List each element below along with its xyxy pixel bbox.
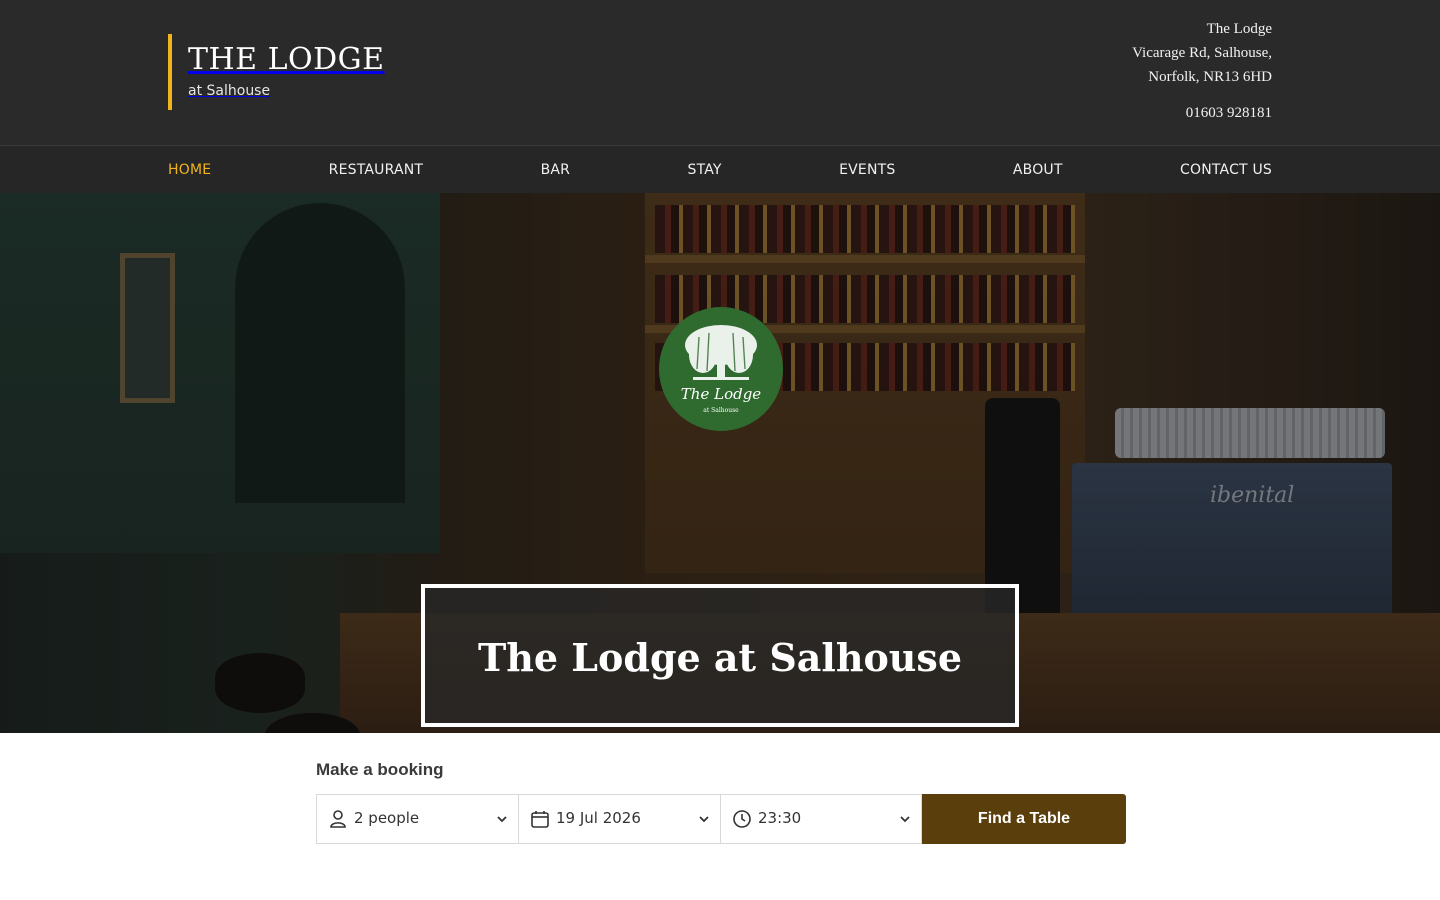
find-table-button[interactable]: Find a Table (922, 794, 1126, 844)
site-header: THE LODGE at Salhouse The Lodge Vicarage… (0, 0, 1440, 145)
address-line: Norfolk, NR13 6HD (1148, 69, 1272, 85)
address-block: The Lodge Vicarage Rd, Salhouse, Norfolk… (1132, 17, 1272, 89)
phone-link[interactable]: 01603 928181 (1186, 105, 1272, 122)
booking-widget: 2 people 19 Jul 2026 23:30 Find a Table (316, 794, 1126, 844)
logo-small-text: at Salhouse (703, 407, 739, 414)
address-line: The Lodge (1206, 21, 1272, 37)
hero-title: The Lodge at Salhouse (478, 635, 962, 680)
party-size-select[interactable]: 2 people (316, 794, 518, 844)
nav-item-events[interactable]: EVENTS (839, 162, 895, 178)
brand-title: THE LODGE (188, 42, 385, 77)
nav-item-contact-us[interactable]: CONTACT US (1180, 162, 1272, 178)
logo-script-text: The Lodge (680, 385, 762, 403)
brand-logo[interactable]: THE LODGE at Salhouse (168, 34, 385, 110)
time-select[interactable]: 23:30 (720, 794, 922, 844)
person-icon (330, 810, 346, 828)
date-value: 19 Jul 2026 (556, 809, 641, 827)
address-line: Vicarage Rd, Salhouse, (1132, 45, 1272, 61)
lodge-logo-badge: The Lodge at Salhouse (659, 307, 783, 431)
time-value: 23:30 (758, 809, 802, 827)
nav-item-restaurant[interactable]: RESTAURANT (329, 162, 424, 178)
booking-heading: Make a booking (316, 760, 444, 779)
calendar-icon (531, 811, 549, 828)
chevron-down-icon (900, 816, 910, 823)
hero-title-box: The Lodge at Salhouse (421, 584, 1019, 727)
date-select[interactable]: 19 Jul 2026 (518, 794, 720, 844)
brand-subtitle: at Salhouse (188, 83, 271, 99)
nav-item-home[interactable]: HOME (168, 162, 211, 178)
nav-item-bar[interactable]: BAR (541, 162, 571, 178)
main-nav: HOME RESTAURANT BAR STAY EVENTS ABOUT CO… (0, 145, 1440, 193)
chevron-down-icon (699, 816, 709, 823)
party-size-value: 2 people (354, 809, 420, 827)
nav-item-stay[interactable]: STAY (687, 162, 721, 178)
chevron-down-icon (497, 816, 507, 823)
hero-banner: ibenital The Lodge at Salhouse (0, 193, 1440, 733)
clock-icon (733, 810, 751, 828)
nav-item-about[interactable]: ABOUT (1013, 162, 1063, 178)
